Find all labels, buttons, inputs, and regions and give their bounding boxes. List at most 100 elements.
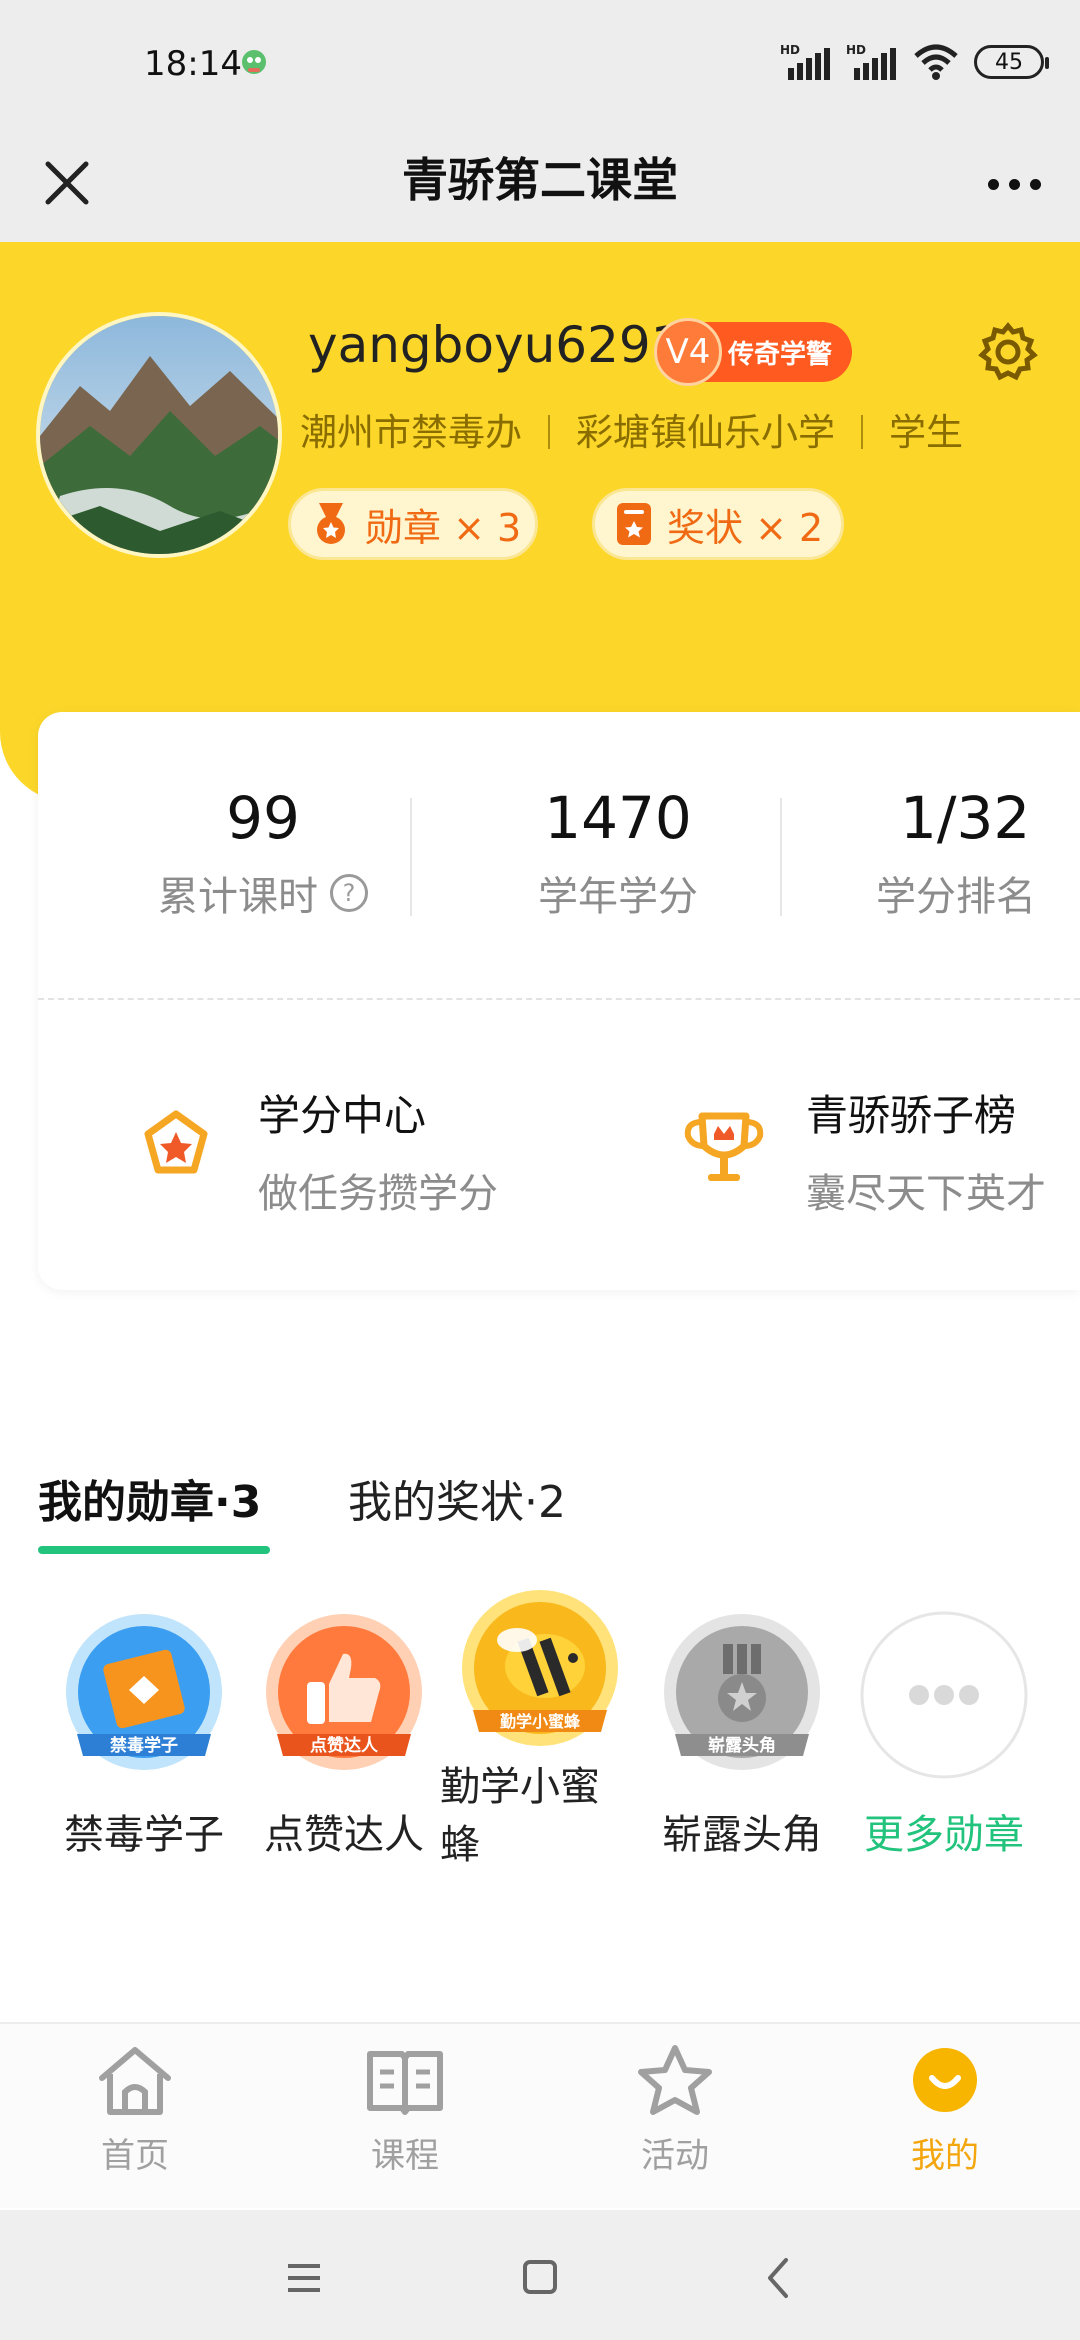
nav-label: 首页 [101,2136,169,2176]
thumbs-up-medal-icon: 点赞达人 [266,1614,422,1770]
more-medals-button[interactable]: 更多勋章 [844,1610,1044,1864]
medal-item[interactable]: 点赞达人 点赞达人 [244,1610,444,1864]
status-bar: 18:14 HD HD 45 [0,0,1080,126]
stats-card: 99 累计课时 ? 1470 学年学分 1/32 学分排名 学分中心 做任务攒学… [38,712,1080,1290]
title-bar: 青骄第二课堂 [0,126,1080,242]
avatar-mountain-image [40,316,278,554]
entry-subtitle: 做任务攒学分 [258,1171,498,1217]
stat-label: 学分排名 [876,874,1036,920]
anti-drug-scholar-medal-icon: 禁毒学子 [66,1614,222,1770]
nav-label: 活动 [641,2136,709,2176]
smile-icon [913,2048,977,2112]
organization-line: 潮州市禁毒办 彩塘镇仙乐小学 学生 [300,402,963,456]
home-square-icon[interactable] [510,2250,570,2306]
star-badge-icon [144,1110,208,1174]
entry-title: 青骄骄子榜 [806,1091,1017,1140]
medal-name: 勤学小蜜 蜂 [440,1758,640,1874]
org-separator [861,415,863,449]
nav-home[interactable]: 首页 [45,2042,225,2177]
status-icons: HD HD 45 [780,40,1049,84]
level-title: 传奇学警 [728,339,833,370]
entry-subtitle: 囊尽天下英才 [806,1171,1046,1217]
stat-label: 学年学分 [538,874,698,920]
medal-item[interactable]: 崭露头角 崭露头角 [642,1610,842,1864]
back-icon[interactable] [750,2250,810,2306]
level-badge: V4 传奇学警 [654,318,852,386]
tab-my-medals[interactable]: 我的勋章·3 [38,1466,261,1530]
org-school: 彩塘镇仙乐小学 [576,411,835,454]
stat-divider [410,798,412,916]
svg-text:点赞达人: 点赞达人 [310,1735,379,1756]
credit-center-entry[interactable]: 学分中心 做任务攒学分 [130,1082,498,1219]
nav-mine[interactable]: 我的 [855,2042,1035,2177]
award-count-pill[interactable]: 奖状 × 2 [592,488,844,560]
svg-text:崭露头角: 崭露头角 [708,1735,776,1756]
leaderboard-entry[interactable]: 青骄骄子榜 囊尽天下英才 [678,1082,1046,1219]
medal-image: 崭露头角 [657,1610,827,1780]
level-number: V4 [654,318,722,386]
more-dots-icon [860,1611,1028,1779]
page-title: 青骄第二课堂 [402,153,678,207]
more-medals-image [859,1610,1029,1780]
medal-name-line: 蜂 [440,1822,480,1868]
tab-my-awards[interactable]: 我的奖状·2 [348,1466,566,1530]
svg-text:禁毒学子: 禁毒学子 [110,1735,178,1756]
home-icon [99,2047,171,2115]
stat-value: 99 [226,784,300,852]
star-icon [638,2045,712,2115]
more-dot-icon [987,178,999,190]
app-notification-icon [242,50,266,74]
medal-image: 勤学小蜜蜂 [455,1586,625,1756]
org-separator [548,415,550,449]
svg-text:勤学小蜜蜂: 勤学小蜜蜂 [500,1712,581,1731]
medal-list: 禁毒学子 禁毒学子 点赞达人 点赞达人 勤学小蜜蜂 勤学小蜜 蜂 崭露头角 崭露… [0,1590,1080,1940]
more-medals-label: 更多勋章 [864,1812,1024,1858]
svg-text:HD: HD [780,43,800,57]
help-icon[interactable]: ? [330,874,368,912]
medal-name: 崭露头角 [662,1812,822,1858]
award-count-label: 奖状 × 2 [667,505,824,550]
stat-value: 1470 [544,784,692,852]
nav-label: 课程 [371,2136,439,2176]
medal-count-pill[interactable]: 勋章 × 3 [288,488,538,560]
medal-item[interactable]: 禁毒学子 禁毒学子 [44,1610,244,1864]
book-icon [367,2051,443,2115]
medal-name: 禁毒学子 [64,1812,224,1858]
stat-value: 1/32 [900,784,1031,852]
username: yangboyu6291 [308,316,683,374]
medal-name-line: 勤学小蜜 [440,1764,600,1810]
medal-image: 点赞达人 [259,1610,429,1780]
gear-icon[interactable] [976,320,1040,384]
stat-label: 累计课时 ? [58,864,468,922]
stat-credit-rank[interactable]: 1/32 学分排名 [838,784,1080,922]
signal-hd-icon-2: HD [846,43,896,80]
stat-year-credits[interactable]: 1470 学年学分 [438,784,798,922]
org-role: 学生 [889,411,963,454]
medal-count-label: 勋章 × 3 [365,505,522,550]
svg-text:HD: HD [846,43,866,57]
medal-item[interactable]: 勤学小蜜蜂 勤学小蜜 蜂 [440,1590,640,1874]
stat-divider [780,798,782,916]
nav-label: 我的 [911,2136,979,2176]
active-tab-indicator [38,1546,270,1554]
dashed-divider [38,998,1080,1000]
certificate-icon [617,503,651,545]
stat-total-hours[interactable]: 99 累计课时 ? [58,784,468,922]
avatar[interactable] [36,312,282,558]
entry-title: 学分中心 [258,1091,427,1140]
stat-label-text: 累计课时 [158,874,318,920]
nav-courses[interactable]: 课程 [315,2042,495,2177]
medal-icon [317,503,345,544]
medal-name: 点赞达人 [264,1812,424,1858]
more-dot-icon [1008,178,1020,190]
more-options-button[interactable] [974,156,1054,212]
trophy-icon [684,1112,764,1181]
nav-activities[interactable]: 活动 [585,2042,765,2177]
status-time: 18:14 [144,44,242,84]
system-navigation-bar [0,2210,1080,2340]
more-dot-icon [1029,178,1041,190]
menu-icon[interactable] [274,2250,334,2306]
signal-hd-icon: HD [780,43,830,80]
bottom-navigation: 首页 课程 活动 我的 [0,2022,1080,2208]
medal-image: 禁毒学子 [59,1610,229,1780]
